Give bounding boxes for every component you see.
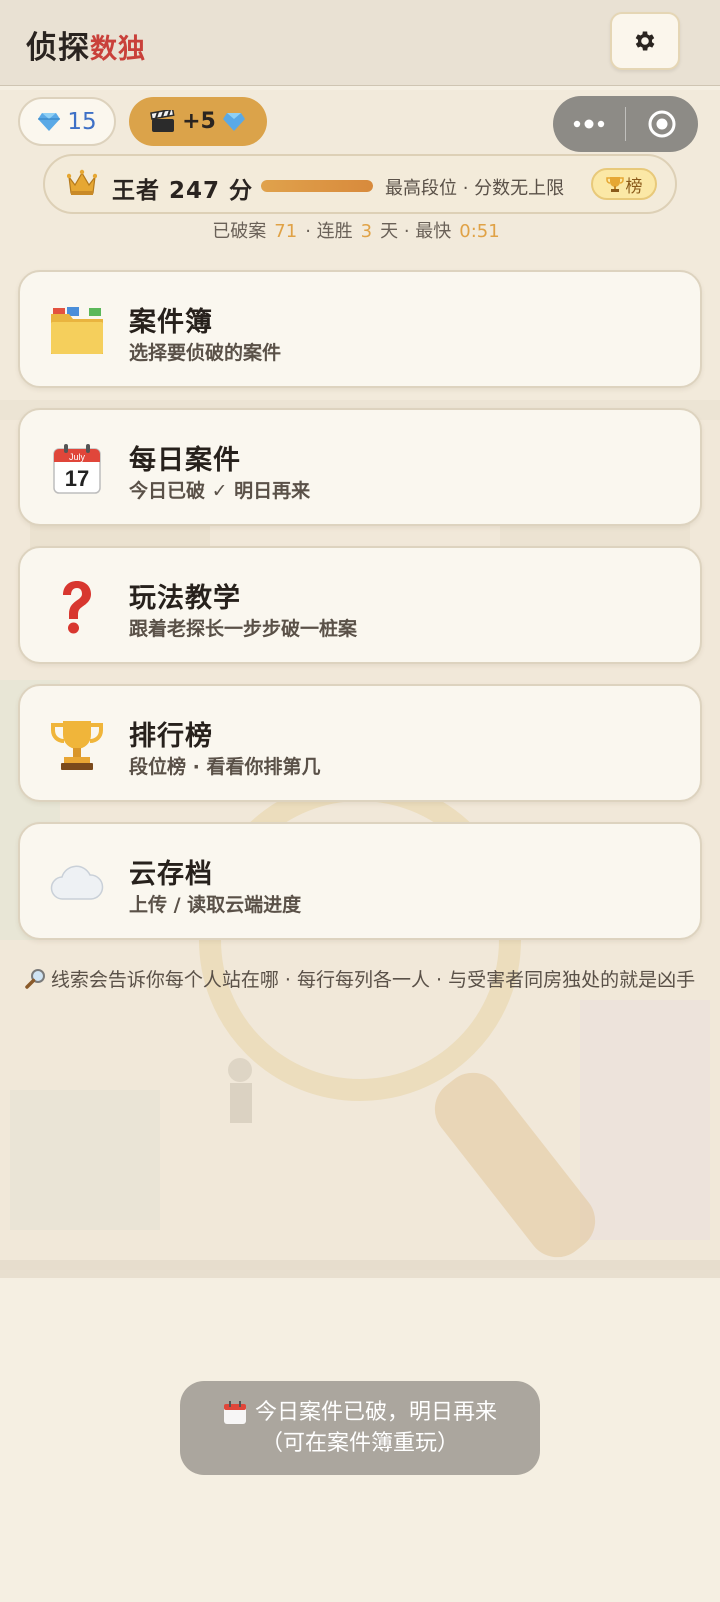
rank-progress-fill [261, 180, 373, 192]
rank-score: 王者 247 分 [112, 178, 254, 204]
app-title-main: 侦探 [26, 30, 90, 66]
watch-ad-reward-button[interactable]: +5 [129, 97, 267, 146]
menu-title: 排行榜 [129, 721, 213, 752]
settings-button[interactable] [610, 12, 680, 70]
menu-subtitle: 段位榜 · 看看你排第几 [129, 756, 321, 778]
calendar-icon [223, 1400, 246, 1424]
menu-tutorial[interactable]: 玩法教学 跟着老探长一步步破一桩案 [18, 546, 702, 664]
toast-line-1: 今日案件已破，明日再来 [223, 1397, 497, 1428]
streak-unit: 天 · 最快 [380, 221, 452, 242]
gameplay-hint: 线索会告诉你每个人站在哪 · 每行每列各一人 · 与受害者同房独处的就是凶手 [20, 965, 700, 996]
fastest-time: 0:51 [459, 221, 500, 242]
toast-message: 今日案件已破，明日再来 （可在案件簿重玩） [180, 1381, 540, 1475]
rank-progress-bar [261, 180, 373, 192]
rank-bar: 王者 247 分 最高段位 · 分数无上限 榜 [43, 154, 677, 214]
folder-icon [48, 302, 106, 360]
calendar-day: 17 [65, 466, 89, 491]
menu-cloud-save[interactable]: 云存档 上传 / 读取云端进度 [18, 822, 702, 940]
leaderboard-shortcut-label: 榜 [625, 176, 643, 197]
menu-leaderboard[interactable]: 排行榜 段位榜 · 看看你排第几 [18, 684, 702, 802]
question-icon [48, 578, 106, 636]
menu-daily-case[interactable]: July 17 每日案件 今日已破 ✓ 明日再来 [18, 408, 702, 526]
clapperboard-icon [150, 109, 175, 132]
menu-subtitle: 上传 / 读取云端进度 [129, 894, 302, 916]
ad-reward-label: +5 [182, 109, 216, 134]
app-title: 侦探数独 [26, 22, 146, 67]
header-bar: 侦探数独 [0, 0, 720, 86]
gameplay-hint-text: 线索会告诉你每个人站在哪 · 每行每列各一人 · 与受害者同房独处的就是凶手 [50, 969, 696, 991]
more-button[interactable] [553, 96, 625, 152]
leaderboard-shortcut-button[interactable]: 榜 [591, 168, 657, 200]
gem-count: 15 [67, 108, 97, 135]
menu-subtitle: 跟着老探长一步步破一桩案 [129, 618, 358, 640]
menu-case-book[interactable]: 案件簿 选择要侦破的案件 [18, 270, 702, 388]
solved-label: 已破案 [212, 221, 267, 242]
diamond-icon [38, 112, 61, 131]
target-close-icon [648, 110, 676, 138]
streak-count: 3 [360, 221, 373, 242]
more-dots-icon [573, 119, 605, 129]
miniprogram-capsule [553, 96, 698, 152]
rank-note: 最高段位 · 分数无上限 [385, 178, 565, 199]
menu-title: 云存档 [129, 859, 213, 890]
menu-title: 案件簿 [129, 307, 213, 338]
cloud-icon [48, 854, 106, 912]
gear-icon [635, 31, 655, 51]
player-stats: 已破案 71 · 连胜 3 天 · 最快 0:51 [0, 217, 720, 243]
menu-subtitle: 选择要侦破的案件 [129, 342, 282, 364]
gem-balance[interactable]: 15 [18, 97, 116, 146]
trophy-icon [48, 716, 106, 774]
calendar-month: July [69, 452, 86, 462]
magnifier-icon [25, 969, 45, 989]
calendar-icon: July 17 [48, 440, 106, 498]
crown-icon [67, 169, 97, 195]
close-miniprogram-button[interactable] [626, 96, 698, 152]
trophy-icon [605, 177, 624, 192]
menu-title: 每日案件 [129, 445, 241, 476]
diamond-icon [222, 112, 245, 131]
app-title-accent: 数独 [90, 34, 146, 65]
solved-count: 71 [274, 221, 298, 242]
toast-line-1-text: 今日案件已破，明日再来 [254, 1400, 497, 1425]
menu-title: 玩法教学 [129, 583, 241, 614]
toast-line-2: （可在案件簿重玩） [260, 1431, 459, 1456]
menu-subtitle: 今日已破 ✓ 明日再来 [129, 480, 311, 502]
streak-label: · 连胜 [305, 221, 353, 242]
